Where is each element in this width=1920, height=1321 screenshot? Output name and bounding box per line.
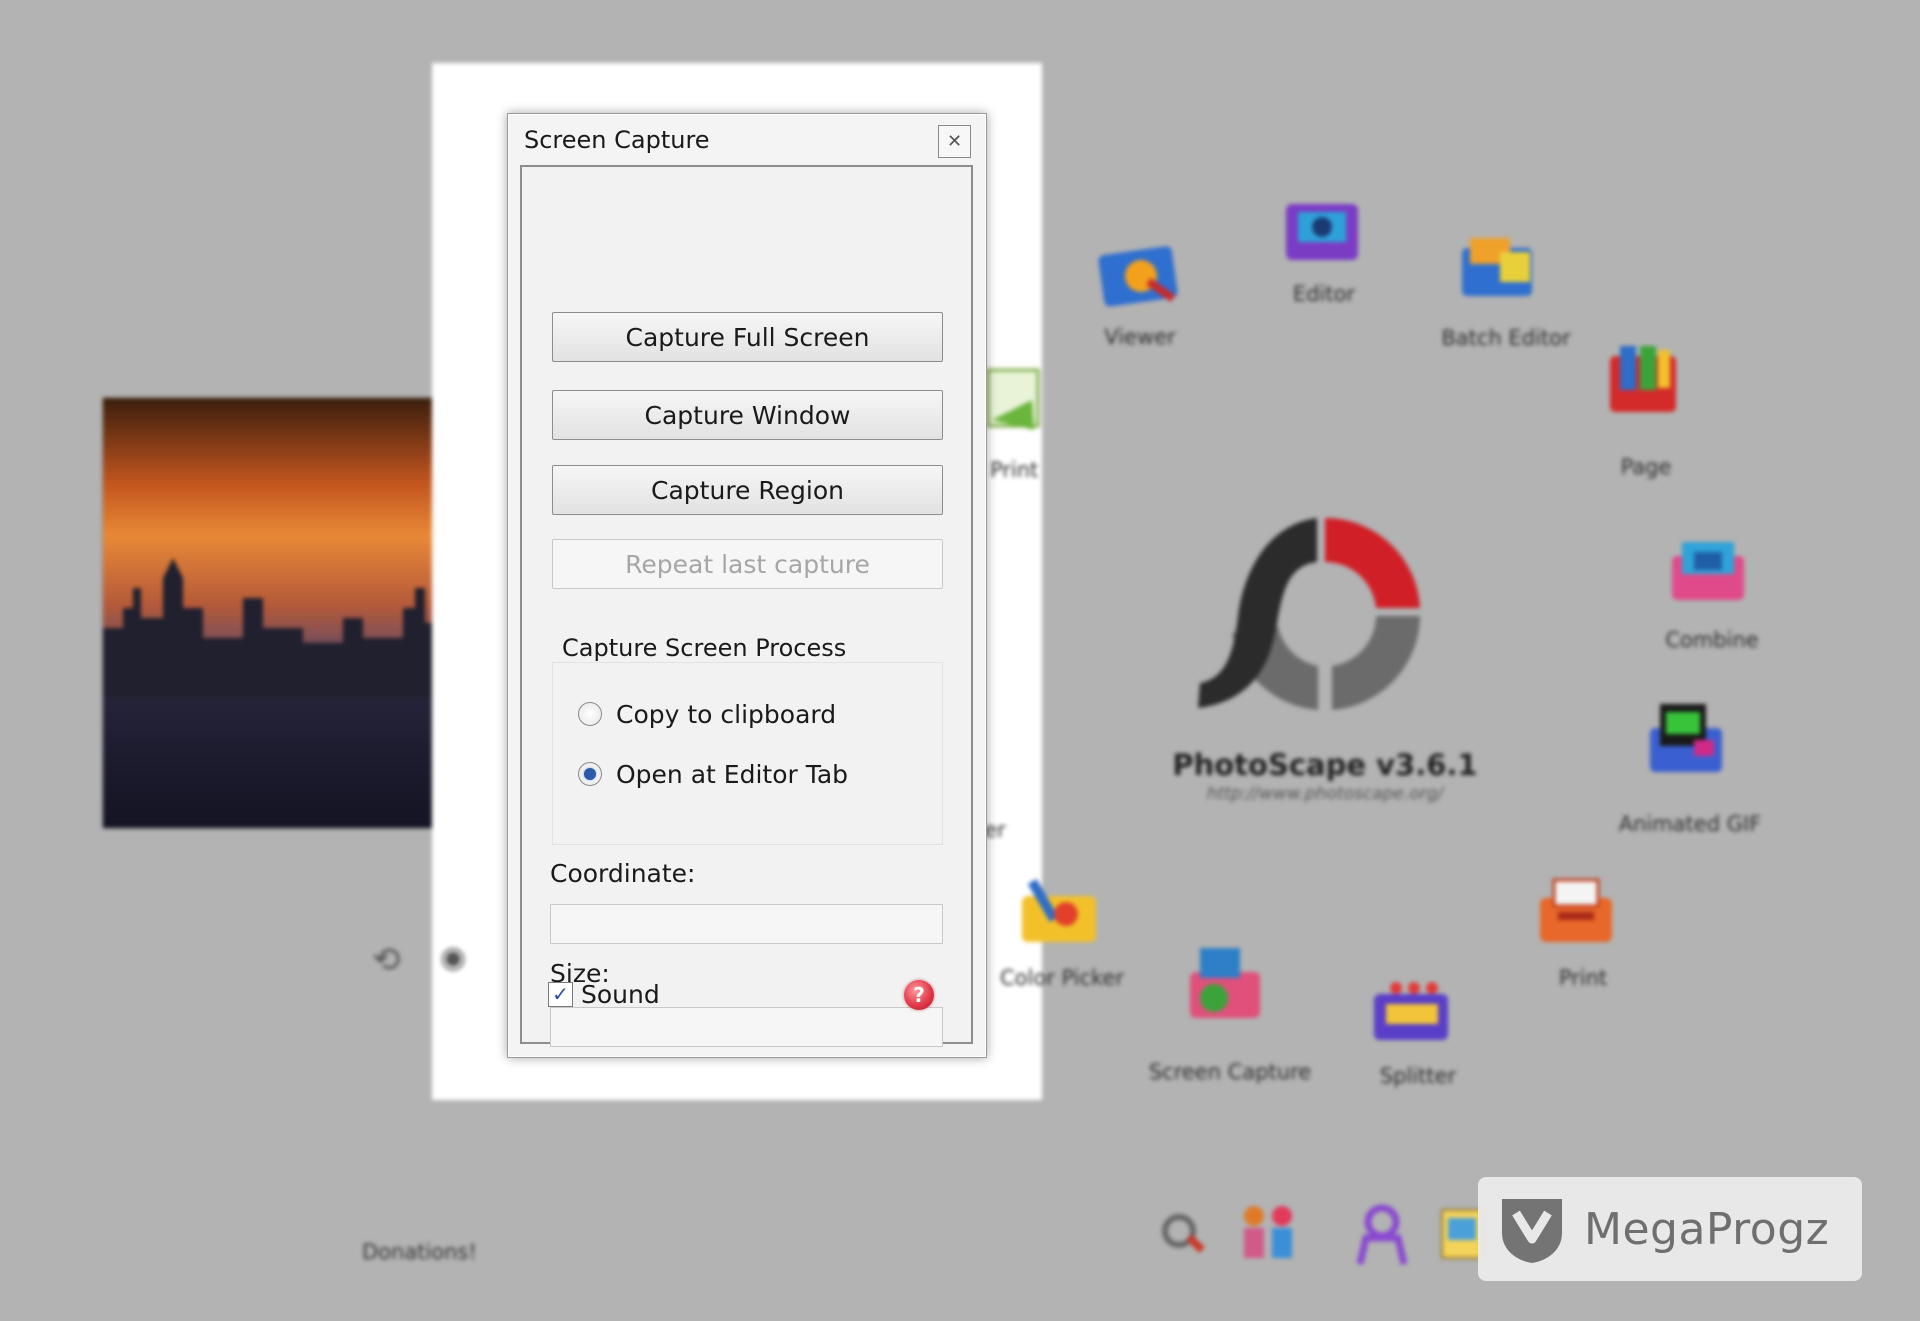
help-icon: ?	[913, 983, 925, 1007]
viewer-label[interactable]: Viewer	[1030, 325, 1250, 349]
animated-gif-icon[interactable]	[1642, 700, 1734, 780]
color-picker-icon[interactable]	[1014, 870, 1106, 950]
capture-window-button[interactable]: Capture Window	[552, 390, 943, 440]
capture-region-button[interactable]: Capture Region	[552, 465, 943, 515]
editor-label[interactable]: Editor	[1214, 282, 1434, 306]
splitter-label[interactable]: Splitter	[1308, 1064, 1528, 1088]
watermark-text: MegaProgz	[1584, 1203, 1830, 1255]
screen-capture-icon[interactable]	[1180, 946, 1272, 1026]
splitter-icon[interactable]	[1368, 970, 1460, 1050]
capture-process-legend: Capture Screen Process	[558, 634, 851, 662]
dialog-body: Capture Full Screen Capture Window Captu…	[520, 165, 973, 1047]
user-icon[interactable]	[1352, 1202, 1412, 1266]
open-at-editor-tab-option[interactable]: Open at Editor Tab	[578, 757, 848, 791]
sound-checkbox[interactable]: ✓	[548, 981, 573, 1007]
preview-photo	[103, 398, 483, 828]
batch-editor-label[interactable]: Batch Editor	[1396, 326, 1616, 350]
people-icon[interactable]	[1234, 1200, 1304, 1266]
paper-print-icon[interactable]	[982, 360, 1074, 440]
animated-gif-label[interactable]: Animated GIF	[1580, 812, 1800, 836]
open-at-editor-tab-radio[interactable]	[578, 762, 602, 786]
donations-link[interactable]: Donations!	[362, 1240, 477, 1264]
print-icon[interactable]	[1532, 872, 1624, 952]
copy-to-clipboard-option[interactable]: Copy to clipboard	[578, 697, 836, 731]
sound-label: Sound	[581, 979, 660, 1009]
settings-wrench-icon[interactable]	[1155, 1205, 1215, 1265]
screen-capture-label[interactable]: Screen Capture	[1120, 1060, 1340, 1084]
help-button[interactable]: ?	[904, 980, 934, 1010]
coordinate-field[interactable]	[550, 904, 943, 944]
city-skyline-image	[103, 558, 483, 698]
sound-option[interactable]: ✓ Sound	[548, 978, 660, 1010]
copy-to-clipboard-radio[interactable]	[578, 702, 602, 726]
eye-icon[interactable]: ◉	[440, 940, 466, 975]
coordinate-label: Coordinate:	[550, 859, 696, 888]
checkmark-icon: ✓	[552, 982, 569, 1006]
refresh-icon[interactable]: ⟲	[372, 940, 401, 980]
batch-editor-icon[interactable]	[1456, 228, 1548, 308]
dialog-title: Screen Capture	[524, 126, 710, 154]
watermark: MegaProgz	[1478, 1177, 1862, 1281]
capture-process-group	[552, 662, 943, 845]
print-label[interactable]: Print	[1473, 966, 1693, 990]
size-field[interactable]	[550, 1007, 943, 1047]
open-at-editor-tab-label: Open at Editor Tab	[616, 759, 849, 789]
combine-icon[interactable]	[1664, 532, 1756, 612]
editor-icon[interactable]	[1278, 192, 1370, 272]
repeat-last-capture-button: Repeat last capture	[552, 539, 943, 589]
page-icon[interactable]	[1600, 340, 1692, 420]
download-shield-icon	[1502, 1199, 1562, 1263]
combine-label[interactable]: Combine	[1602, 628, 1822, 652]
close-icon: ✕	[946, 131, 963, 152]
copy-to-clipboard-label: Copy to clipboard	[616, 699, 837, 729]
viewer-icon[interactable]	[1095, 236, 1187, 316]
product-url[interactable]: http://www.photoscape.org/	[1150, 784, 1500, 804]
product-title: PhotoScape v3.6.1	[1172, 748, 1478, 782]
screen-capture-dialog: Screen Capture ✕ Capture Full Screen Cap…	[507, 113, 987, 1058]
page-label[interactable]: Page	[1536, 455, 1756, 479]
photoscape-logo	[1198, 517, 1420, 710]
close-button[interactable]: ✕	[938, 125, 971, 158]
radio-selected-dot	[584, 768, 596, 780]
capture-full-screen-button[interactable]: Capture Full Screen	[552, 312, 943, 362]
